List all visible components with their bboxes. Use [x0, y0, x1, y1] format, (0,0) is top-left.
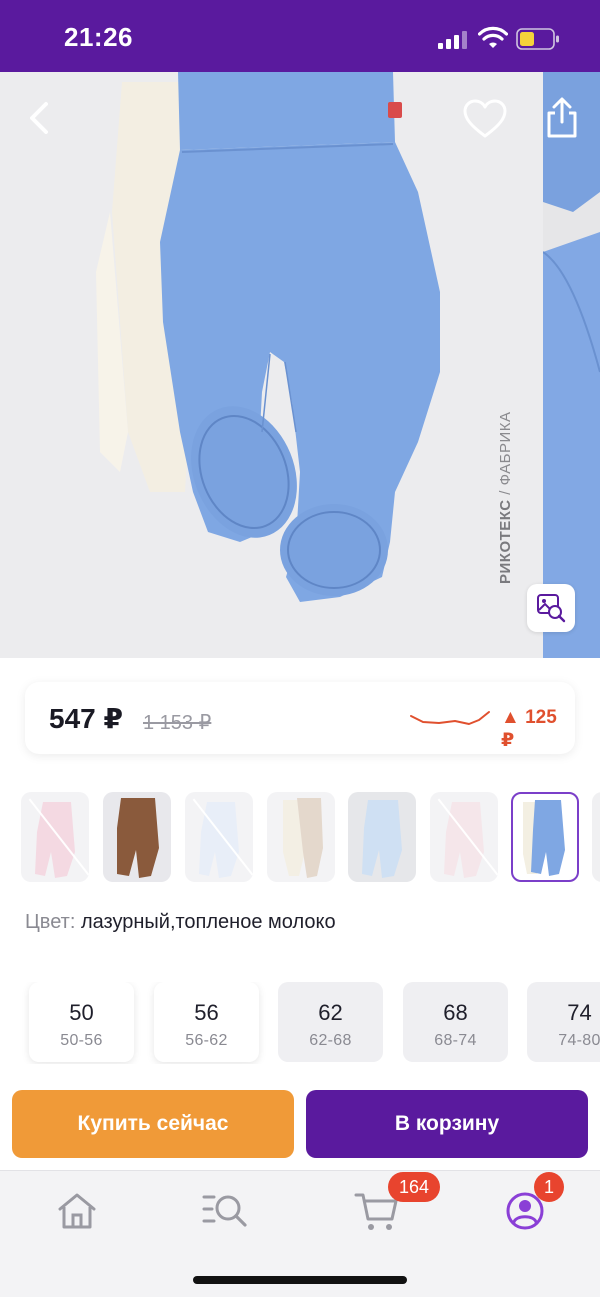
- size-chip[interactable]: 62 62-68: [278, 982, 383, 1062]
- color-variant-thumb[interactable]: [348, 792, 416, 882]
- brand-watermark: РИКОТЕКС / ФАБРИКА: [497, 411, 514, 584]
- product-image[interactable]: РИКОТЕКС / ФАБРИКА: [0, 72, 543, 658]
- battery-icon: [516, 28, 559, 50]
- color-variant-thumb[interactable]: [592, 792, 600, 882]
- add-to-cart-button[interactable]: В корзину: [306, 1090, 588, 1158]
- image-search-icon: [537, 594, 566, 623]
- color-value: лазурный,топленое молоко: [80, 911, 336, 933]
- product-image-carousel[interactable]: РИКОТЕКС / ФАБРИКА: [0, 72, 600, 658]
- current-price: 547 ₽: [49, 703, 123, 734]
- favorite-heart-icon[interactable]: [462, 98, 508, 140]
- size-chip[interactable]: 68 68-74: [403, 982, 508, 1062]
- color-variant-thumb[interactable]: [185, 792, 253, 882]
- buy-now-button[interactable]: Купить сейчас: [12, 1090, 294, 1158]
- home-icon[interactable]: [52, 1189, 102, 1233]
- status-bar: 21:26: [0, 0, 600, 72]
- visual-search-button[interactable]: [527, 584, 575, 632]
- color-variant-thumb[interactable]: [430, 792, 498, 882]
- selected-color-info: Цвет: лазурный,топленое молоко: [25, 911, 336, 934]
- share-icon[interactable]: [540, 96, 584, 140]
- old-price: 1 153 ₽: [143, 712, 212, 734]
- size-selector: 50 50-56 56 56-62 62 62-68 68 68-74 74 7…: [0, 982, 600, 1064]
- color-variant-thumb[interactable]: [21, 792, 89, 882]
- catalog-search-icon[interactable]: [200, 1189, 250, 1233]
- color-variant-thumb-selected[interactable]: [511, 792, 579, 882]
- size-chip[interactable]: 50 50-56: [29, 982, 134, 1062]
- color-variant-thumb[interactable]: [103, 792, 171, 882]
- color-variant-thumb[interactable]: [267, 792, 335, 882]
- cart-count-badge: 164: [388, 1172, 440, 1202]
- next-product-image-peek[interactable]: [543, 72, 600, 658]
- cellular-signal-icon: [438, 31, 467, 49]
- wifi-icon: [478, 26, 508, 48]
- size-chip[interactable]: 74 74-80: [527, 982, 600, 1062]
- price-card[interactable]: 547 ₽ 1 153 ₽ ▲ 125 ₽: [25, 682, 575, 754]
- size-chip[interactable]: 56 56-62: [154, 982, 259, 1062]
- color-label: Цвет:: [25, 911, 81, 933]
- status-time: 21:26: [64, 22, 133, 52]
- home-indicator: [193, 1276, 407, 1284]
- product-photo-pants: [96, 72, 440, 602]
- price-history-sparkline-icon: [410, 711, 490, 725]
- price-change: ▲ 125 ₽: [501, 707, 557, 751]
- product-page: 21:26 РИКОТЕКС / ФАБРИКА 547 ₽ 1 153 ₽ ▲…: [0, 0, 600, 1297]
- profile-notification-badge: 1: [534, 1172, 564, 1202]
- back-chevron-icon[interactable]: [20, 98, 60, 138]
- color-variant-list: [0, 790, 600, 886]
